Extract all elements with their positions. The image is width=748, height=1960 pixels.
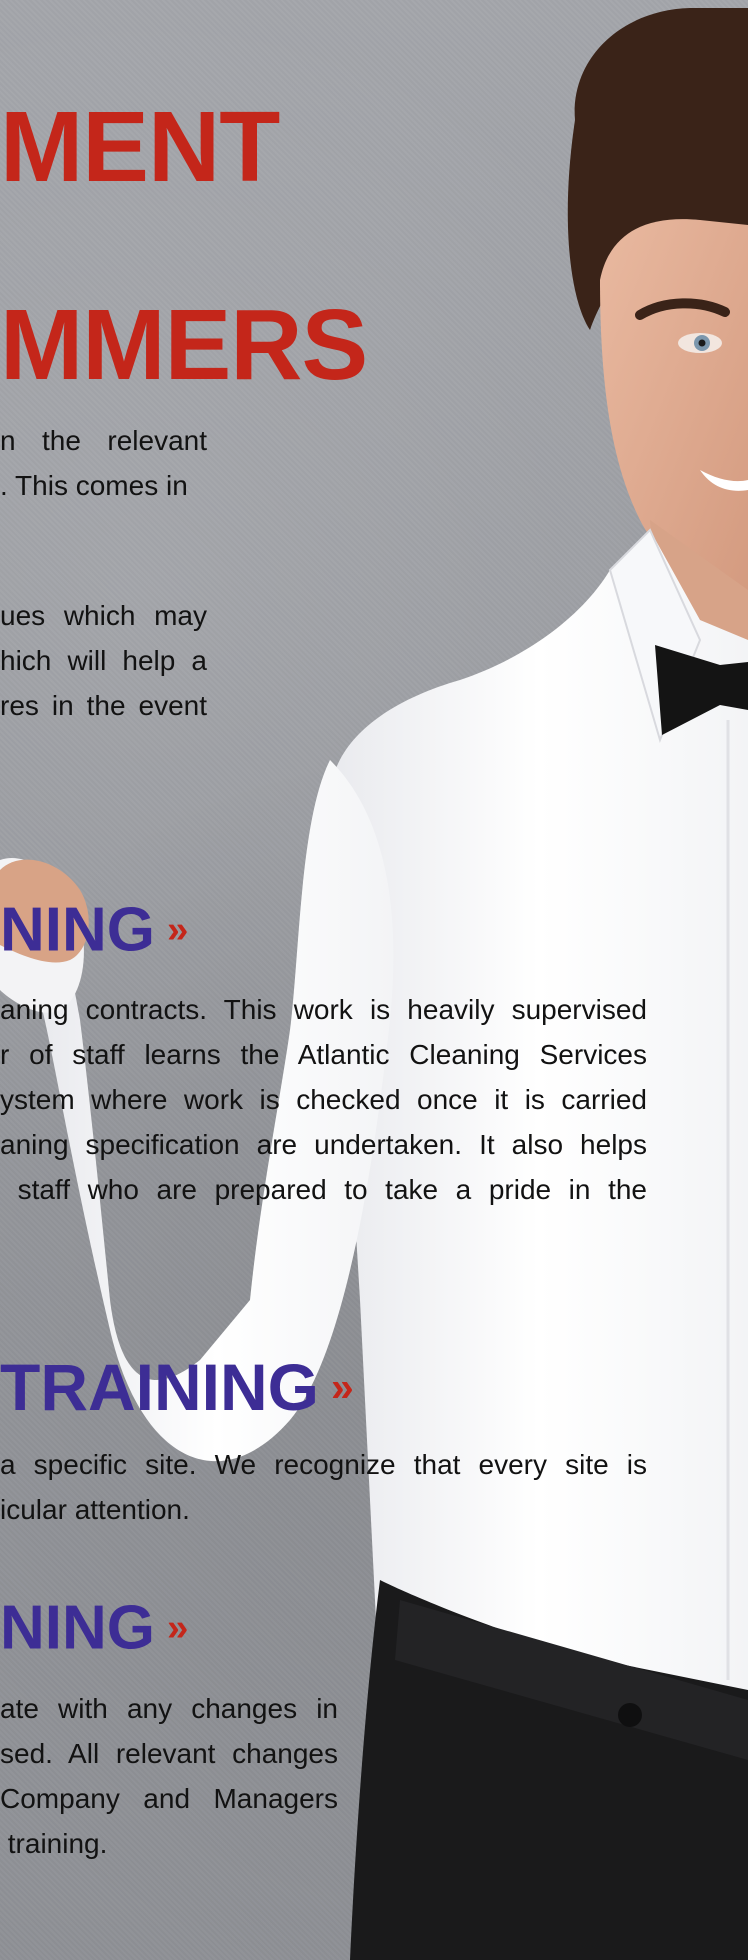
paragraph-changes: ate with any changes in sed. All relevan… <box>0 1686 338 1866</box>
paragraph-line: a specific site. We recognize that every… <box>0 1449 647 1480</box>
paragraph-line: icular attention. <box>0 1494 190 1525</box>
paragraph-line: sed. All relevant changes <box>0 1738 338 1769</box>
heading-text: NING <box>0 1593 155 1663</box>
paragraph-line: staff who are prepared to take a pride i… <box>0 1174 647 1205</box>
double-chevron-icon: » <box>330 1364 354 1410</box>
paragraph-line: r of staff learns the Atlantic Cleaning … <box>0 1039 647 1070</box>
heading-training-1: NING » <box>0 895 188 965</box>
double-chevron-icon: » <box>167 908 189 951</box>
paragraph-line: aning specification are undertaken. It a… <box>0 1129 647 1160</box>
paragraph-issues: ues which may hich will help a res in th… <box>0 593 207 728</box>
heading-programmers: MMERS <box>0 289 368 401</box>
heading-text: TRAINING <box>0 1350 319 1424</box>
paragraph-line: training. <box>0 1828 108 1859</box>
double-chevron-icon: » <box>167 1606 189 1649</box>
heading-management: MENT <box>0 91 280 203</box>
paragraph-line: aning contracts. This work is heavily su… <box>0 994 647 1025</box>
paragraph-contracts: aning contracts. This work is heavily su… <box>0 987 647 1212</box>
paragraph-line: n the relevant <box>0 425 207 456</box>
paragraph-line: ystem where work is checked once it is c… <box>0 1084 647 1115</box>
paragraph-line: ate with any changes in <box>0 1693 338 1724</box>
paragraph-line: res in the event <box>0 690 207 721</box>
paragraph-line: Company and Managers <box>0 1783 338 1814</box>
paragraph-line: . This comes in <box>0 470 188 501</box>
paragraph-line: hich will help a <box>0 645 207 676</box>
heading-training-2: TRAINING» <box>0 1350 354 1424</box>
heading-text: NING <box>0 895 155 965</box>
heading-training-3: NING » <box>0 1593 188 1663</box>
paragraph-line: ues which may <box>0 600 207 631</box>
paragraph-site: a specific site. We recognize that every… <box>0 1442 647 1532</box>
paragraph-intro: n the relevant . This comes in <box>0 418 207 508</box>
